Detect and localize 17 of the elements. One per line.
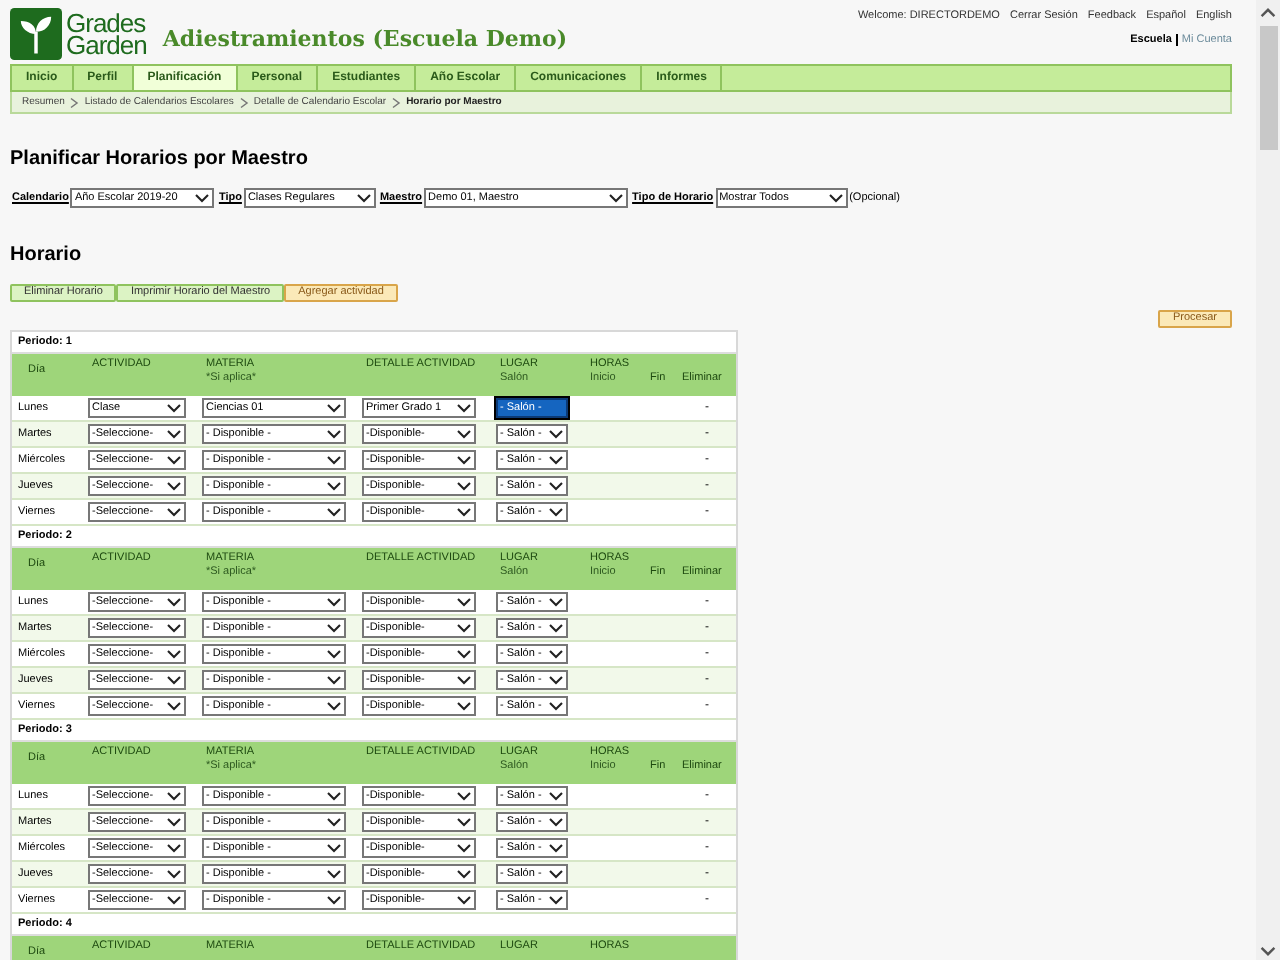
- logo-text: Garden: [66, 34, 147, 56]
- chevron-up-icon[interactable]: [1260, 8, 1276, 18]
- scrollbar-thumb[interactable]: [1259, 26, 1277, 150]
- chevron-down-icon[interactable]: [1260, 946, 1276, 956]
- page-title: Planificar Horarios por Maestro: [10, 148, 310, 170]
- chevron-right-icon: [237, 95, 250, 109]
- section-title: Horario: [10, 244, 84, 266]
- chevron-right-icon: [68, 95, 81, 109]
- logo-text: Grades: [66, 12, 147, 34]
- leaf-logo-icon: [10, 8, 62, 60]
- chevron-right-icon: [390, 95, 403, 109]
- chevron-down-icon: [194, 192, 211, 204]
- school-title: Adiestramientos (Escuela Demo): [162, 26, 568, 52]
- chevron-down-icon: [608, 192, 625, 204]
- chevron-down-icon: [355, 192, 372, 204]
- chevron-down-icon: [827, 192, 844, 204]
- scrollbar[interactable]: [1256, 0, 1280, 960]
